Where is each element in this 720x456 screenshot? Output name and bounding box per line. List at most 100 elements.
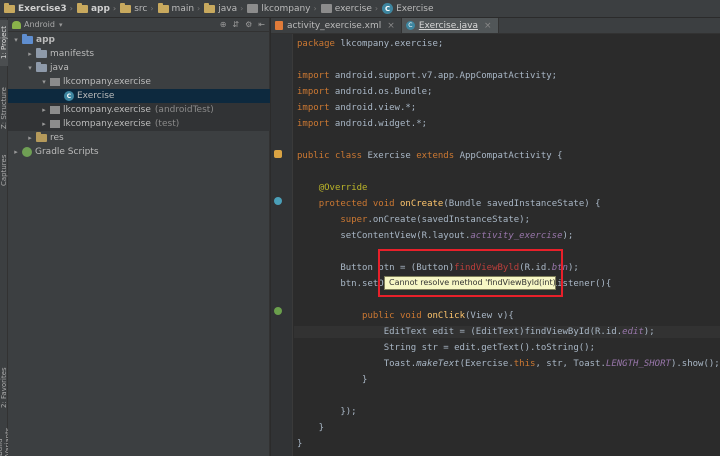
chevron-right-icon: › (240, 4, 244, 13)
editor-tabs: activity_exercise.xml × C Exercise.java … (271, 18, 720, 34)
code-line[interactable]: setContentView(R.layout.activity_exercis… (297, 230, 573, 242)
tree-item-suffix: (test) (154, 119, 180, 129)
breadcrumb-label: Exercise3 (18, 3, 67, 14)
close-icon[interactable]: × (484, 21, 492, 31)
expand-arrow-icon[interactable]: ▾ (40, 78, 48, 86)
code-line[interactable]: Toast.makeText(Exercise.this, str, Toast… (297, 358, 720, 370)
code-line[interactable]: }); (297, 406, 356, 418)
tree-item[interactable]: ▾ app (8, 33, 270, 47)
folder-icon (22, 34, 33, 44)
error-tooltip: Cannot resolve method 'findViewByld(int)… (384, 276, 558, 290)
chevron-right-icon: › (150, 4, 154, 13)
tree-item-label: Exercise (77, 91, 115, 101)
bookmark-icon (274, 150, 282, 158)
tab-project[interactable]: 1: Project (0, 20, 8, 66)
tab-captures[interactable]: Captures (0, 148, 8, 192)
tree-item[interactable]: ▸ manifests (8, 47, 270, 61)
folder-icon (36, 48, 47, 58)
code-line[interactable]: } (297, 438, 302, 450)
gradle-icon (22, 147, 32, 157)
tree-item-suffix: (androidTest) (154, 105, 214, 115)
package-icon (247, 4, 259, 13)
chevron-right-icon: › (197, 4, 201, 13)
breadcrumb-item[interactable]: exercise › (319, 0, 380, 17)
tab-activity-exercise-xml[interactable]: activity_exercise.xml × (271, 18, 402, 33)
project-view-label: Android (24, 20, 55, 29)
collapse-arrow-icon[interactable]: ▸ (12, 148, 20, 156)
tree-item[interactable]: ▾ lkcompany.exercise (8, 75, 270, 89)
code-line[interactable]: public class Exercise extends AppCompatA… (297, 150, 563, 162)
breadcrumb-item[interactable]: Exercise3 › (2, 0, 75, 17)
collapse-arrow-icon[interactable]: ▸ (26, 50, 34, 58)
hide-icon[interactable]: ⇤ (258, 20, 265, 29)
code-line[interactable]: } (297, 374, 367, 386)
code-line[interactable]: @Override (297, 182, 368, 194)
code-line[interactable]: import android.os.Bundle; (297, 86, 432, 98)
tree-item[interactable]: ▸ res (8, 131, 270, 145)
tree-item[interactable]: ▾ java (8, 61, 270, 75)
code-line[interactable]: String str = edit.getText().toString(); (297, 342, 595, 354)
breadcrumb-item[interactable]: java › (202, 0, 245, 17)
code-line[interactable]: import android.widget.*; (297, 118, 427, 130)
implement-icon[interactable] (274, 307, 282, 315)
chevron-right-icon: › (69, 4, 73, 13)
breadcrumb-item[interactable]: app › (75, 0, 118, 17)
breadcrumb-label: main (171, 3, 195, 14)
collapse-arrow-icon[interactable]: ▸ (26, 134, 34, 142)
code-line[interactable]: protected void onCreate(Bundle savedInst… (297, 198, 601, 210)
tab-build-variants[interactable]: Build Variants (0, 424, 8, 456)
tab-structure[interactable]: Z: Structure (0, 80, 8, 136)
code-line[interactable]: package lkcompany.exercise; (297, 38, 443, 50)
code-line[interactable]: EditText edit = (EditText)findViewById(R… (294, 326, 720, 338)
breadcrumb-item[interactable]: C Exercise (380, 0, 434, 17)
folder-icon (157, 2, 169, 13)
breadcrumb-label: src (134, 3, 148, 14)
project-view-selector[interactable]: Android ▾ ⊕ ⇵ ⚙ ⇤ (8, 18, 269, 32)
package-icon (320, 4, 332, 13)
class-icon: C (382, 3, 394, 14)
code-line[interactable]: import android.view.*; (297, 102, 416, 114)
chevron-right-icon: › (112, 4, 117, 13)
project-panel: Android ▾ ⊕ ⇵ ⚙ ⇤ ▾ app ▸ manifests ▾ java ▾ lk… (8, 18, 270, 456)
tree-item-label: res (50, 133, 64, 143)
tree-item[interactable]: ▸ lkcompany.exercise (androidTest) (8, 103, 270, 117)
breadcrumb-item[interactable]: src › (118, 0, 155, 17)
code-line[interactable]: import android.support.v7.app.AppCompatA… (297, 70, 557, 82)
chevron-right-icon: › (374, 4, 379, 13)
tree-item[interactable]: ▸ lkcompany.exercise (test) (8, 117, 270, 131)
collapse-icon[interactable]: ⇵ (232, 20, 239, 29)
package-icon (50, 78, 60, 86)
tree-item[interactable]: ▸ Gradle Scripts (8, 145, 270, 159)
package-icon (50, 120, 60, 128)
expand-arrow-icon[interactable]: ▾ (12, 36, 20, 44)
tab-favorites[interactable]: 2: Favorites (0, 360, 8, 416)
tree-item[interactable]: C Exercise (8, 89, 270, 103)
tree-item-label: app (36, 35, 55, 45)
close-icon[interactable]: × (387, 21, 395, 31)
package-icon (50, 106, 60, 114)
chevron-down-icon: ▾ (58, 20, 63, 29)
breadcrumb-item[interactable]: main › (156, 0, 203, 17)
collapse-arrow-icon[interactable]: ▸ (40, 106, 48, 114)
code-line[interactable]: public void onClick(View v){ (297, 310, 514, 322)
gear-icon[interactable]: ⚙ (245, 20, 252, 29)
breadcrumb-label: lkcompany (261, 3, 311, 14)
collapse-arrow-icon[interactable]: ▸ (40, 120, 48, 128)
sync-icon[interactable]: ⊕ (220, 20, 227, 29)
tree-item-label: java (50, 63, 69, 73)
editor-gutter[interactable] (271, 34, 293, 456)
folder-icon (36, 132, 47, 142)
breadcrumb-label: exercise (334, 3, 372, 14)
code-line[interactable]: } (297, 422, 324, 434)
tab-exercise-java[interactable]: C Exercise.java × (401, 18, 499, 33)
android-icon (12, 20, 21, 29)
tree-item-label: lkcompany.exercise (63, 105, 151, 115)
code-editor[interactable]: package lkcompany.exercise; import androi… (294, 34, 720, 456)
tree-item-label: lkcompany.exercise (63, 119, 151, 129)
breadcrumb-label: java (218, 3, 238, 14)
override-icon[interactable] (274, 197, 282, 205)
expand-arrow-icon[interactable]: ▾ (26, 64, 34, 72)
code-line[interactable]: super.onCreate(savedInstanceState); (297, 214, 530, 226)
xml-file-icon (275, 21, 283, 30)
breadcrumb-item[interactable]: lkcompany › (245, 0, 318, 17)
